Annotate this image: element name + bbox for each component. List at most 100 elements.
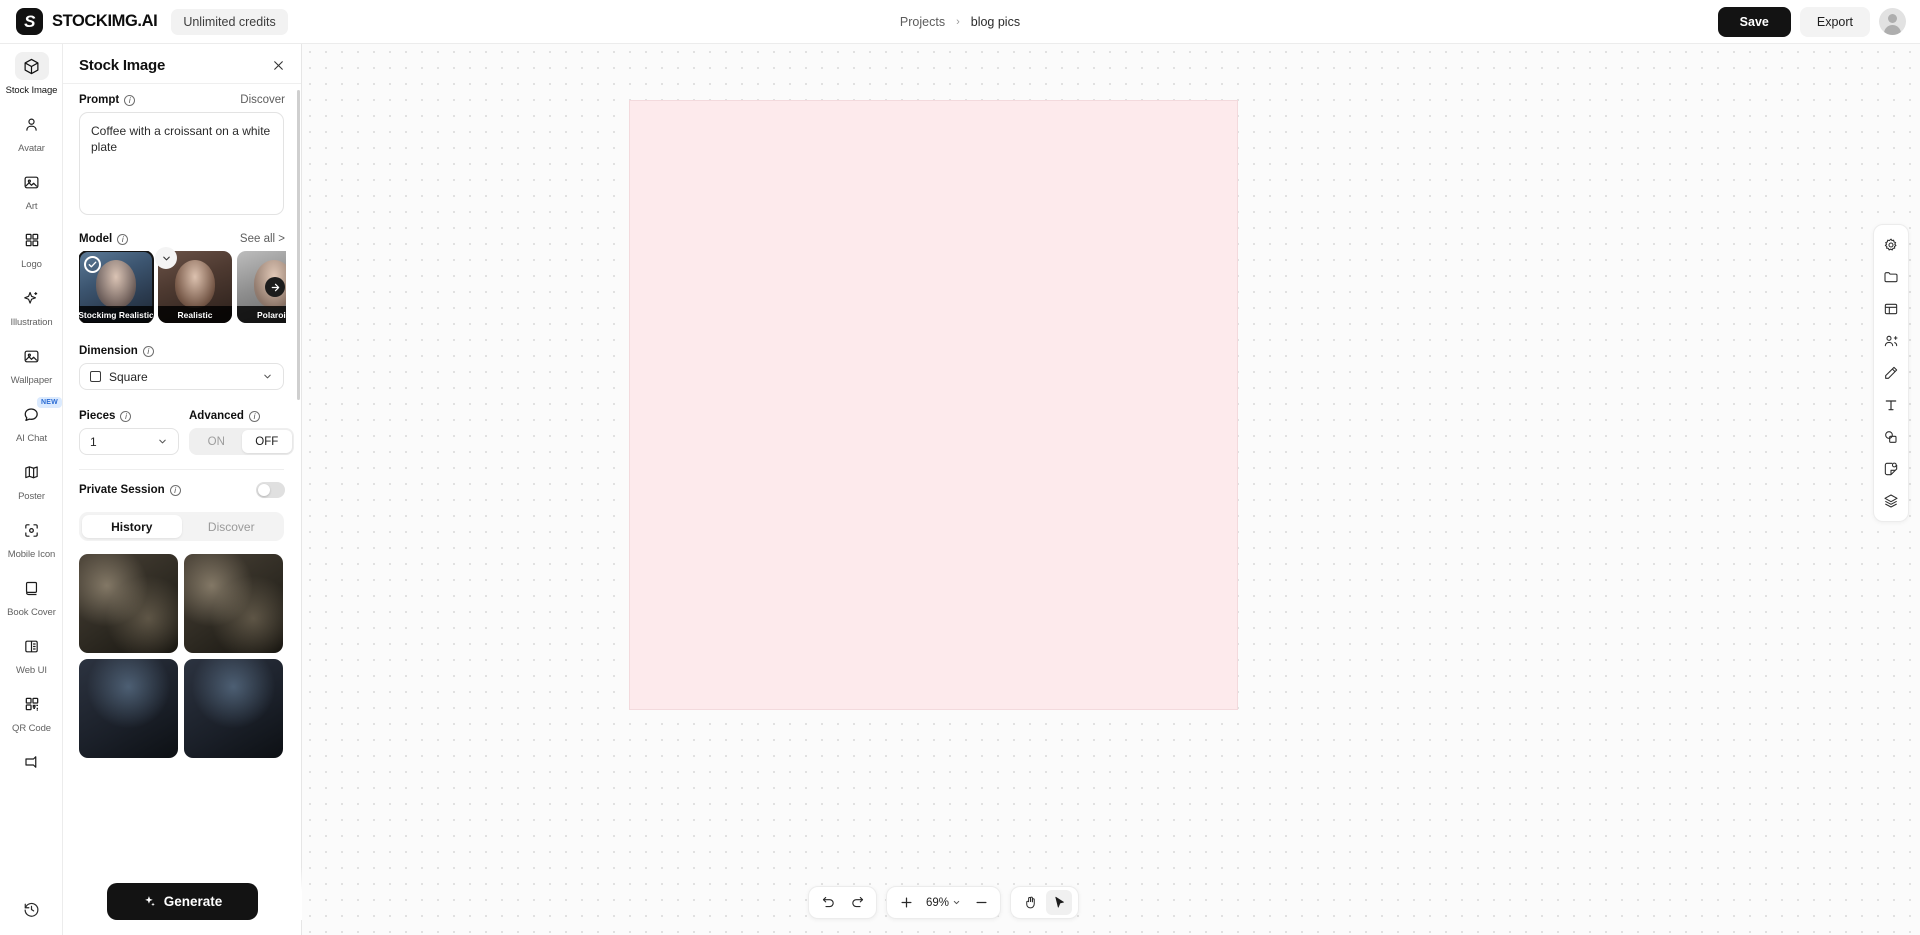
sidebar-item-book-cover[interactable]: Book Cover	[0, 566, 62, 624]
sidebar-item-partial[interactable]	[0, 740, 62, 782]
undo-icon[interactable]	[815, 890, 841, 915]
pieces-label: Pieces	[79, 410, 116, 422]
zoom-in-button[interactable]	[893, 890, 919, 915]
breadcrumb-current[interactable]: blog pics	[971, 15, 1020, 29]
perspective-icon	[15, 748, 49, 776]
sidebar-item-label: Mobile Icon	[7, 549, 56, 560]
redo-icon[interactable]	[844, 890, 870, 915]
history-thumbnail[interactable]	[79, 554, 178, 653]
sidebar-item-stock-image[interactable]: Stock Image	[0, 44, 62, 102]
pieces-select[interactable]: 1	[79, 428, 179, 455]
settings-icon[interactable]	[1877, 231, 1905, 259]
zoom-out-button[interactable]	[968, 890, 994, 915]
export-button[interactable]: Export	[1799, 6, 1870, 37]
info-icon[interactable]: i	[120, 410, 132, 422]
sidebar-item-label: Avatar	[18, 143, 45, 154]
panel-scrollbar[interactable]	[297, 90, 300, 400]
dimension-label-group: Dimension i	[79, 345, 154, 357]
arrow-right-icon[interactable]	[265, 277, 285, 297]
info-icon[interactable]: i	[117, 233, 129, 245]
info-icon[interactable]: i	[142, 345, 154, 357]
breadcrumb-projects[interactable]: Projects	[900, 15, 945, 29]
pen-icon[interactable]	[1877, 359, 1905, 387]
dimension-select-value-group: Square	[90, 370, 148, 384]
advanced-toggle-group: ON OFF	[189, 428, 294, 455]
sidebar-item-label: Book Cover	[7, 607, 56, 618]
sticker-icon[interactable]	[1877, 455, 1905, 483]
page-title: Stock Image	[79, 57, 166, 74]
sidebar-item-poster[interactable]: Poster	[0, 450, 62, 508]
advanced-off-button[interactable]: OFF	[241, 430, 292, 453]
sidebar-item-label: Web UI	[16, 665, 47, 676]
sidebar-item-mobile-icon[interactable]: Mobile Icon	[0, 508, 62, 566]
qr-code-icon	[15, 690, 49, 718]
zoom-level-value: 69%	[926, 896, 950, 909]
chevron-right-icon: ›	[956, 15, 960, 28]
history-thumbnail[interactable]	[79, 659, 178, 758]
editor-canvas[interactable]	[302, 44, 1920, 935]
brand-logo[interactable]: S STOCKIMG.AI	[16, 8, 158, 35]
discover-link[interactable]: Discover	[240, 94, 285, 106]
chevron-down-icon	[157, 436, 168, 447]
layout-icon	[15, 632, 49, 660]
dimension-value: Square	[109, 369, 148, 384]
history-thumbnail[interactable]	[184, 554, 283, 653]
save-button[interactable]: Save	[1717, 6, 1791, 37]
model-card-label: Stockimg Realistic	[79, 306, 153, 323]
model-card[interactable]: Stockimg Realistic	[79, 251, 154, 323]
private-session-toggle[interactable]	[256, 482, 285, 498]
avatar[interactable]	[1879, 8, 1906, 35]
sidebar-item-label: Logo	[21, 259, 42, 270]
tab-discover[interactable]: Discover	[182, 515, 282, 538]
info-icon[interactable]: i	[124, 94, 136, 106]
bottom-toolbar: 69%	[808, 886, 1080, 919]
table-icon[interactable]	[1877, 295, 1905, 323]
history-discover-tabs: History Discover	[79, 512, 284, 541]
text-icon[interactable]	[1877, 391, 1905, 419]
grid-icon	[15, 226, 49, 254]
model-preview-image	[96, 260, 136, 309]
sidebar-item-art[interactable]: Art	[0, 160, 62, 218]
info-icon[interactable]: i	[248, 410, 260, 422]
generate-button[interactable]: Generate	[106, 883, 259, 920]
info-icon[interactable]: i	[169, 484, 181, 496]
brand-name: STOCKIMG.AI	[52, 12, 158, 30]
history-thumbnail-grid	[79, 554, 286, 758]
dimension-select[interactable]: Square	[79, 363, 284, 390]
folder-icon[interactable]	[1877, 263, 1905, 291]
generate-bar: Generate	[63, 867, 302, 920]
advanced-field-row: Advanced i	[189, 410, 294, 422]
see-all-link[interactable]: See all >	[240, 233, 285, 245]
artboard[interactable]	[629, 100, 1238, 710]
sidebar-item-logo[interactable]: Logo	[0, 218, 62, 276]
sidebar-item-wallpaper[interactable]: Wallpaper	[0, 334, 62, 392]
prompt-label-group: Prompt i	[79, 94, 136, 106]
credits-badge[interactable]: Unlimited credits	[171, 8, 288, 35]
advanced-on-button[interactable]: ON	[191, 430, 242, 453]
shapes-icon[interactable]	[1877, 423, 1905, 451]
hand-icon[interactable]	[1017, 890, 1043, 915]
sidebar-item-label: Stock Image	[5, 85, 58, 96]
people-icon[interactable]	[1877, 327, 1905, 355]
layers-icon[interactable]	[1877, 487, 1905, 515]
sidebar-item-label: Illustration	[10, 317, 53, 328]
panel-header: Stock Image	[63, 48, 301, 84]
close-icon[interactable]	[272, 59, 285, 72]
tab-history[interactable]: History	[82, 515, 182, 538]
history-button[interactable]	[0, 895, 62, 923]
sidebar-item-web-ui[interactable]: Web UI	[0, 624, 62, 682]
dimension-label: Dimension	[79, 345, 138, 357]
private-session-label: Private Session	[79, 484, 165, 496]
cursor-icon[interactable]	[1046, 890, 1073, 915]
right-tool-rail	[1873, 224, 1909, 522]
sidebar-item-qr-code[interactable]: QR Code	[0, 682, 62, 740]
sidebar-item-ai-chat[interactable]: NEW AI Chat	[0, 392, 62, 450]
zoom-level-selector[interactable]: 69%	[922, 897, 965, 909]
sidebar-item-avatar[interactable]: Avatar	[0, 102, 62, 160]
prompt-input[interactable]: Coffee with a croissant on a white plate	[79, 112, 284, 215]
chevron-down-icon[interactable]	[155, 247, 177, 269]
history-thumbnail[interactable]	[184, 659, 283, 758]
breadcrumb: Projects › blog pics	[900, 15, 1020, 29]
sidebar-item-illustration[interactable]: Illustration	[0, 276, 62, 334]
pieces-field-row: Pieces i	[79, 410, 179, 422]
